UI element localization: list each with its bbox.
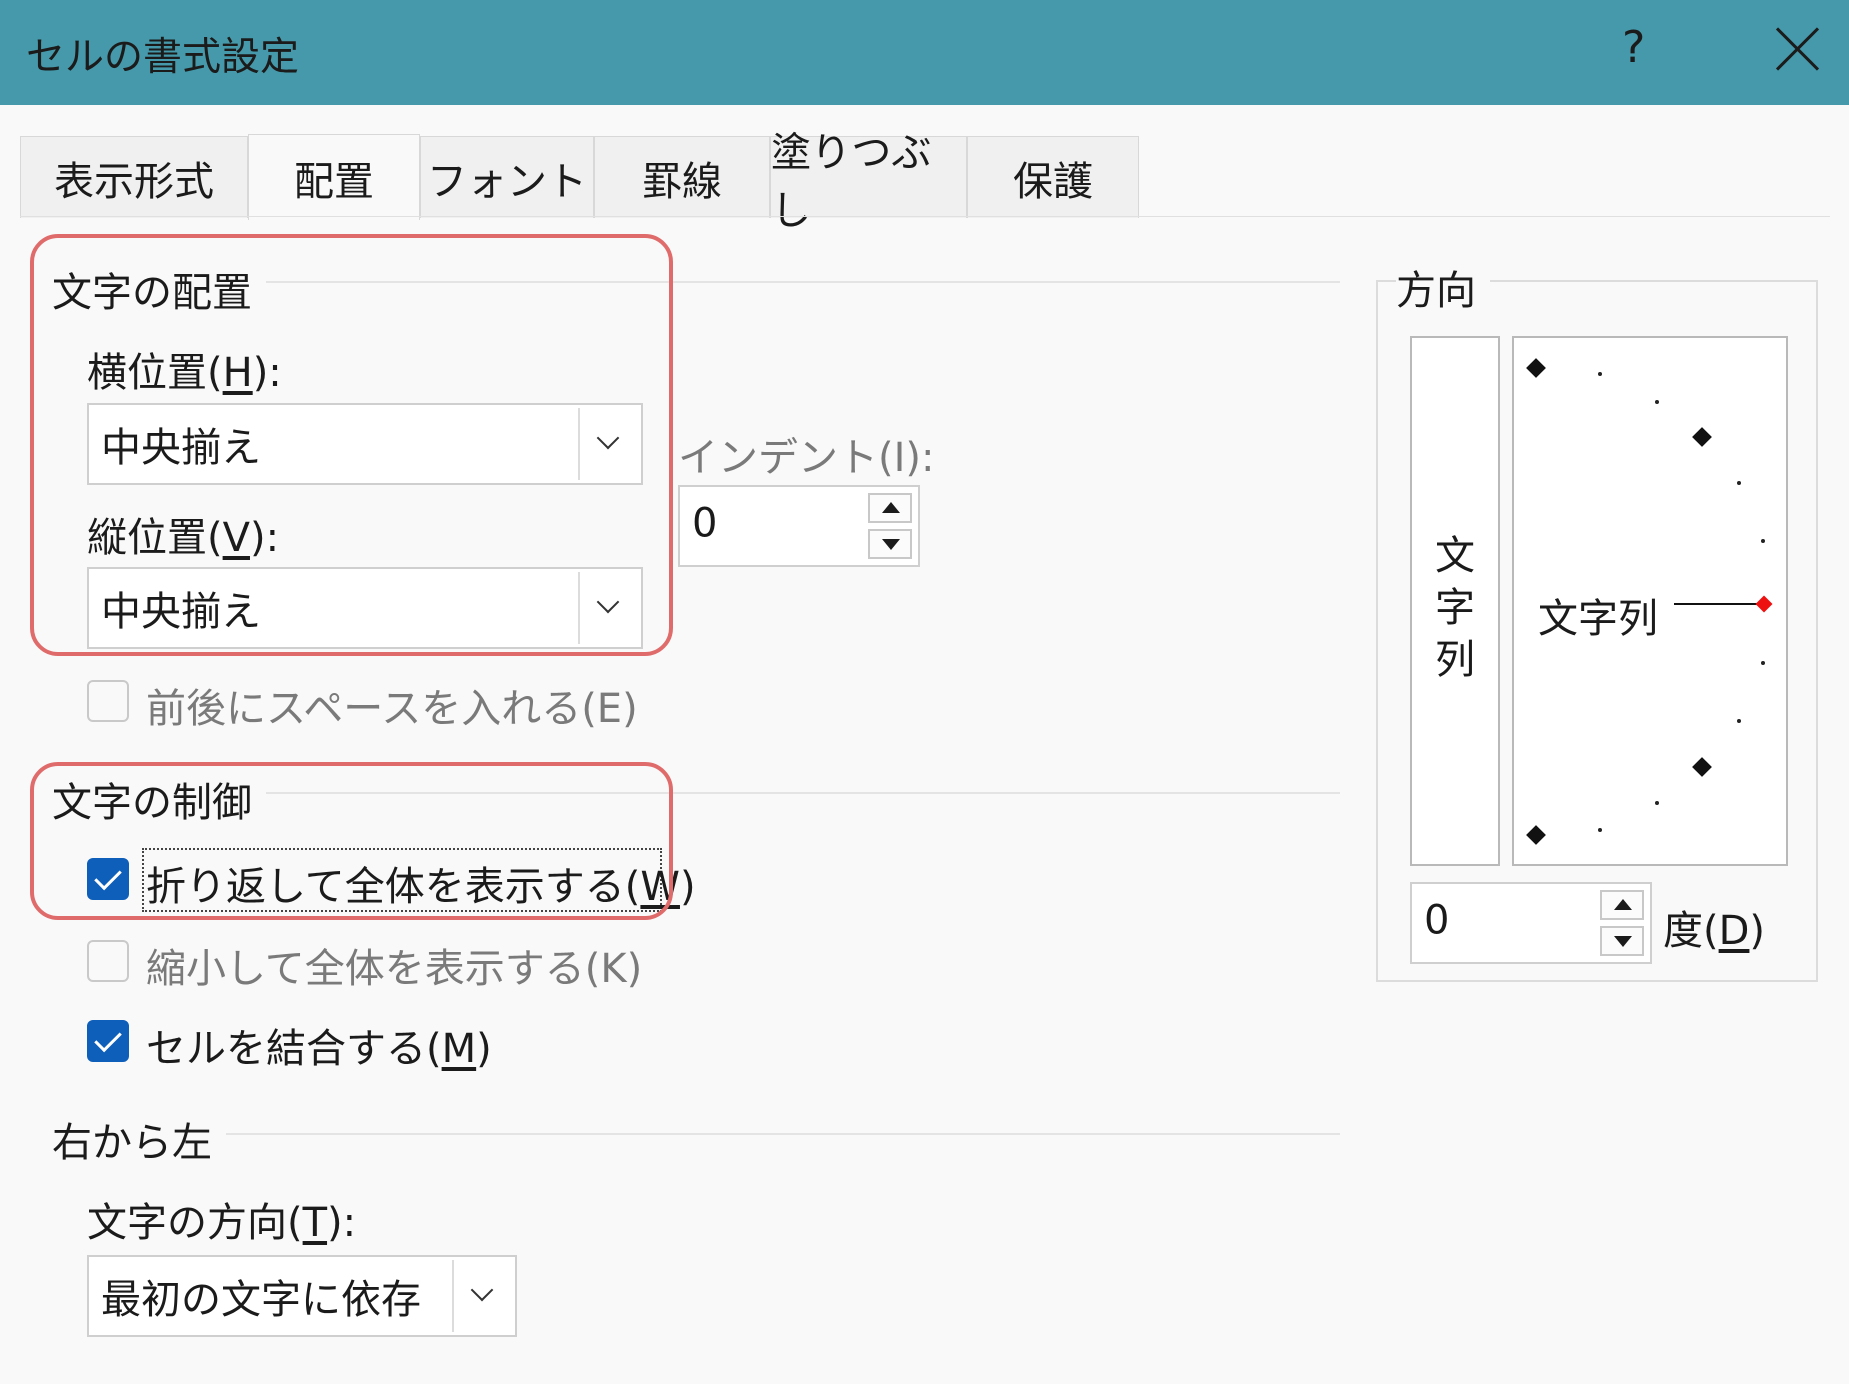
title-bar[interactable]: セルの書式設定 ? <box>0 0 1849 105</box>
tab-border[interactable]: 罫線 <box>594 136 770 218</box>
spin-down-icon[interactable] <box>868 529 912 559</box>
indent-spinner[interactable]: 0 <box>678 485 920 567</box>
dial-dot <box>1761 539 1765 543</box>
vertical-text-char: 文 <box>1435 533 1475 579</box>
group-line-rtl <box>200 1133 1340 1135</box>
help-button[interactable]: ? <box>1622 22 1645 73</box>
chevron-down-icon[interactable] <box>452 1260 512 1332</box>
text-direction-select[interactable]: 最初の文字に依存 <box>87 1255 517 1337</box>
spin-up-icon[interactable] <box>868 493 912 523</box>
format-cells-dialog: セルの書式設定 ? 表示形式 配置 フォント 罫線 塗りつぶし 保護 文字の配置… <box>0 0 1849 1384</box>
tab-strip: 表示形式 配置 フォント 罫線 塗りつぶし 保護 <box>20 130 1300 234</box>
dial-mark-icon[interactable] <box>1692 427 1712 447</box>
dial-dot <box>1598 372 1602 376</box>
dialog-title: セルの書式設定 <box>26 35 300 80</box>
text-direction-value: 最初の文字に依存 <box>101 1277 421 1323</box>
tab-divider <box>20 216 1830 217</box>
dial-dot <box>1655 400 1659 404</box>
merge-cells-label[interactable]: セルを結合する(M) <box>146 1016 492 1074</box>
indent-value: 0 <box>692 500 718 547</box>
indent-label: インデント(I): <box>678 435 935 481</box>
dial-dot <box>1655 801 1659 805</box>
spin-down-icon[interactable] <box>1600 926 1644 956</box>
distributed-checkbox[interactable] <box>87 680 129 722</box>
close-icon[interactable] <box>1772 24 1822 74</box>
vertical-text-char: 列 <box>1435 637 1475 683</box>
degrees-value: 0 <box>1424 897 1450 944</box>
merge-cells-checkbox[interactable] <box>87 1020 129 1062</box>
tab-fill[interactable]: 塗りつぶし <box>770 130 967 234</box>
shrink-checkbox[interactable] <box>87 940 129 982</box>
dial-handle-icon[interactable] <box>1755 595 1773 613</box>
tab-number[interactable]: 表示形式 <box>20 136 248 218</box>
dial-dot <box>1598 828 1602 832</box>
degrees-label: 度(D) <box>1663 908 1766 954</box>
spin-up-icon[interactable] <box>1600 890 1644 920</box>
text-direction-label: 文字の方向(T): <box>87 1200 357 1246</box>
dial-mark-icon[interactable] <box>1526 358 1546 378</box>
group-title-orientation: 方向 <box>1396 258 1490 316</box>
highlight-control <box>30 762 673 920</box>
tab-font[interactable]: フォント <box>420 136 594 218</box>
degrees-spinner[interactable]: 0 <box>1410 882 1652 964</box>
dial-dot <box>1761 661 1765 665</box>
vertical-text-button[interactable]: 文 字 列 <box>1410 336 1500 866</box>
shrink-label: 縮小して全体を表示する(K) <box>146 946 643 992</box>
distributed-label: 前後にスペースを入れる(E) <box>146 686 638 732</box>
highlight-alignment <box>30 234 673 656</box>
dial-dot <box>1737 719 1741 723</box>
tab-protection[interactable]: 保護 <box>967 136 1139 218</box>
orientation-dial[interactable]: 文字列 <box>1512 336 1788 866</box>
vertical-text-char: 字 <box>1435 585 1475 631</box>
dial-mark-icon[interactable] <box>1692 757 1712 777</box>
dial-dot <box>1737 481 1741 485</box>
dial-mark-icon[interactable] <box>1526 825 1546 845</box>
tab-alignment[interactable]: 配置 <box>248 134 420 220</box>
dial-needle[interactable] <box>1674 603 1760 605</box>
dial-text: 文字列 <box>1538 596 1658 642</box>
group-title-rtl: 右から左 <box>52 1110 226 1168</box>
